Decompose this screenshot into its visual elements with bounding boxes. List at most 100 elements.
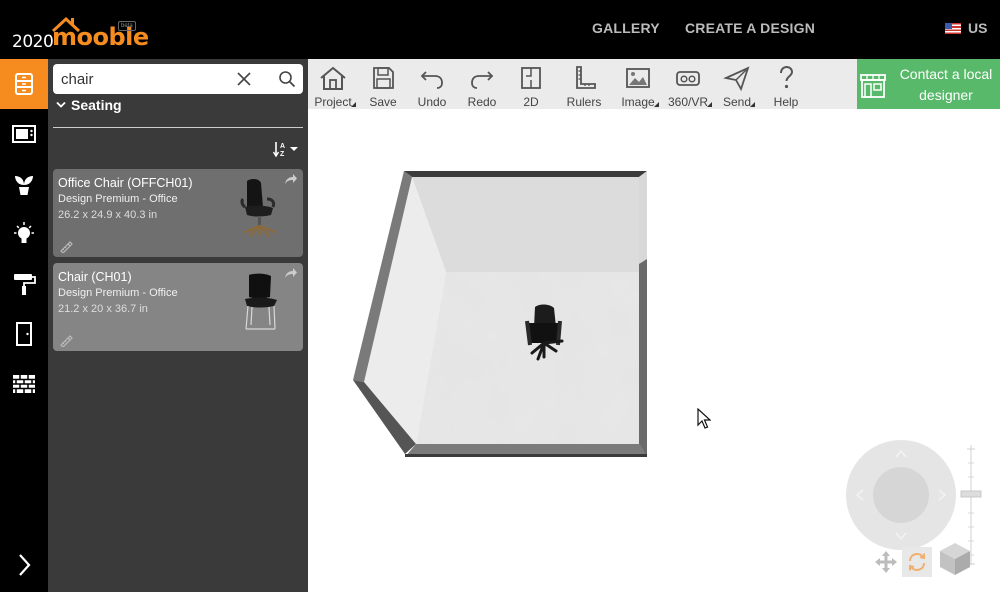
vr-button[interactable]: 360/VR (666, 59, 712, 109)
nav-gallery-link[interactable]: GALLERY (592, 20, 660, 36)
product-dimensions: 21.2 x 20 x 36.7 in (58, 303, 148, 315)
rail-item-lighting[interactable] (0, 209, 48, 259)
logo-number: 2020 (12, 32, 54, 52)
vr-headset-icon (676, 71, 700, 86)
region-selector[interactable]: US (945, 20, 987, 36)
rail-item-furniture[interactable] (0, 59, 48, 109)
floorplan-2d-icon (521, 67, 541, 89)
chevron-right-icon[interactable] (936, 489, 948, 501)
chevron-right-icon (19, 554, 31, 576)
product-dimensions: 26.2 x 24.9 x 40.3 in (58, 209, 158, 221)
catalog-panel: Seating A Z Office Chair (OFFCH01) Desig… (48, 59, 308, 592)
mouse-cursor-icon (697, 408, 711, 429)
product-card-chair[interactable]: Chair (CH01) Design Premium - Office 21.… (53, 263, 303, 351)
send-button[interactable]: Send (721, 59, 755, 109)
redo-label: Redo (467, 95, 497, 109)
furniture-icon (15, 73, 33, 95)
sort-az-icon[interactable]: A Z (273, 139, 301, 159)
pan-icon[interactable] (871, 547, 901, 577)
home-icon (320, 66, 346, 90)
view-2d-label: 2D (523, 95, 539, 109)
lighting-icon (14, 222, 34, 243)
rail-item-paint[interactable] (0, 259, 48, 309)
search-icon[interactable] (278, 70, 296, 88)
app-root: 2020 mooble beta GALLERY CREATE A DESIGN… (0, 0, 1000, 592)
dropdown-caret-icon (351, 102, 356, 107)
design-canvas[interactable] (308, 109, 1000, 592)
product-brand: Design Premium - Office (58, 287, 178, 299)
help-button[interactable]: Help (771, 59, 801, 109)
contact-designer-label: Contact a local designer (893, 64, 999, 106)
toolbar: Project Save Undo Redo 2D Rulers Image 3… (308, 59, 857, 109)
nav-create-design-link[interactable]: CREATE A DESIGN (685, 20, 815, 36)
product-title: Chair (CH01) (58, 270, 132, 284)
rail-item-appliances[interactable] (0, 109, 48, 159)
undo-label: Undo (417, 95, 447, 109)
help-icon (780, 65, 794, 89)
storefront-icon (860, 74, 886, 98)
design-tool-icon (60, 335, 73, 347)
rulers-button[interactable]: Rulers (564, 59, 604, 109)
search-box (53, 64, 303, 94)
orbit-icon[interactable] (902, 547, 932, 577)
brick-wall-icon (13, 375, 35, 393)
navigation-wheel[interactable] (846, 440, 956, 550)
share-icon[interactable] (284, 267, 298, 279)
rail-expand-button[interactable] (0, 540, 48, 590)
chevron-left-icon[interactable] (854, 489, 866, 501)
category-label: Seating (71, 97, 122, 113)
logo-badge: beta (118, 21, 136, 31)
undo-icon (420, 71, 443, 89)
us-flag-icon (945, 22, 961, 34)
dropdown-caret-icon (750, 102, 755, 107)
image-label: Image (621, 95, 655, 109)
paint-roller-icon (14, 274, 36, 295)
chair-thumbnail (245, 273, 277, 330)
contact-line-1: Contact a local (899, 66, 993, 82)
product-brand: Design Premium - Office (58, 193, 178, 205)
rail-item-doors[interactable] (0, 309, 48, 359)
redo-button[interactable]: Redo (463, 59, 501, 109)
contact-line-2: designer (919, 87, 973, 103)
divider (53, 127, 303, 128)
save-label: Save (369, 95, 397, 109)
region-label: US (968, 20, 988, 36)
project-button[interactable]: Project (312, 59, 356, 109)
image-icon (626, 68, 650, 88)
category-rail (0, 59, 48, 592)
cube-view-icon[interactable] (938, 541, 972, 577)
dropdown-caret-icon (707, 102, 712, 107)
contact-designer-button[interactable]: Contact a local designer (857, 59, 1000, 109)
rulers-label: Rulers (566, 95, 602, 109)
top-bar: 2020 mooble beta GALLERY CREATE A DESIGN… (0, 0, 1000, 59)
chevron-down-icon[interactable] (895, 530, 907, 542)
ruler-icon (576, 66, 596, 89)
design-tool-icon (60, 241, 73, 253)
help-label: Help (773, 95, 799, 109)
save-icon (373, 67, 394, 89)
back-wall (412, 177, 639, 272)
undo-button[interactable]: Undo (413, 59, 451, 109)
category-seating-toggle[interactable]: Seating (56, 97, 122, 113)
redo-icon (471, 71, 494, 89)
share-icon[interactable] (284, 173, 298, 185)
product-title: Office Chair (OFFCH01) (58, 176, 193, 190)
send-icon (723, 66, 750, 91)
svg-text:A: A (280, 143, 285, 150)
close-icon[interactable] (236, 71, 252, 87)
rail-item-plants[interactable] (0, 159, 48, 209)
project-label: Project (314, 95, 352, 109)
door-icon (16, 322, 32, 346)
svg-text:Z: Z (280, 151, 285, 158)
product-card-office-chair[interactable]: Office Chair (OFFCH01) Design Premium - … (53, 169, 303, 257)
image-button[interactable]: Image (619, 59, 659, 109)
appliances-icon (12, 125, 36, 143)
send-label: Send (722, 95, 752, 109)
view-2d-button[interactable]: 2D (516, 59, 546, 109)
chevron-up-icon[interactable] (895, 448, 907, 460)
logo[interactable]: 2020 mooble beta (12, 14, 149, 52)
rail-item-walls[interactable] (0, 359, 48, 409)
save-button[interactable]: Save (365, 59, 401, 109)
navigation-wheel-center[interactable] (873, 467, 929, 523)
search-input[interactable] (61, 68, 221, 90)
